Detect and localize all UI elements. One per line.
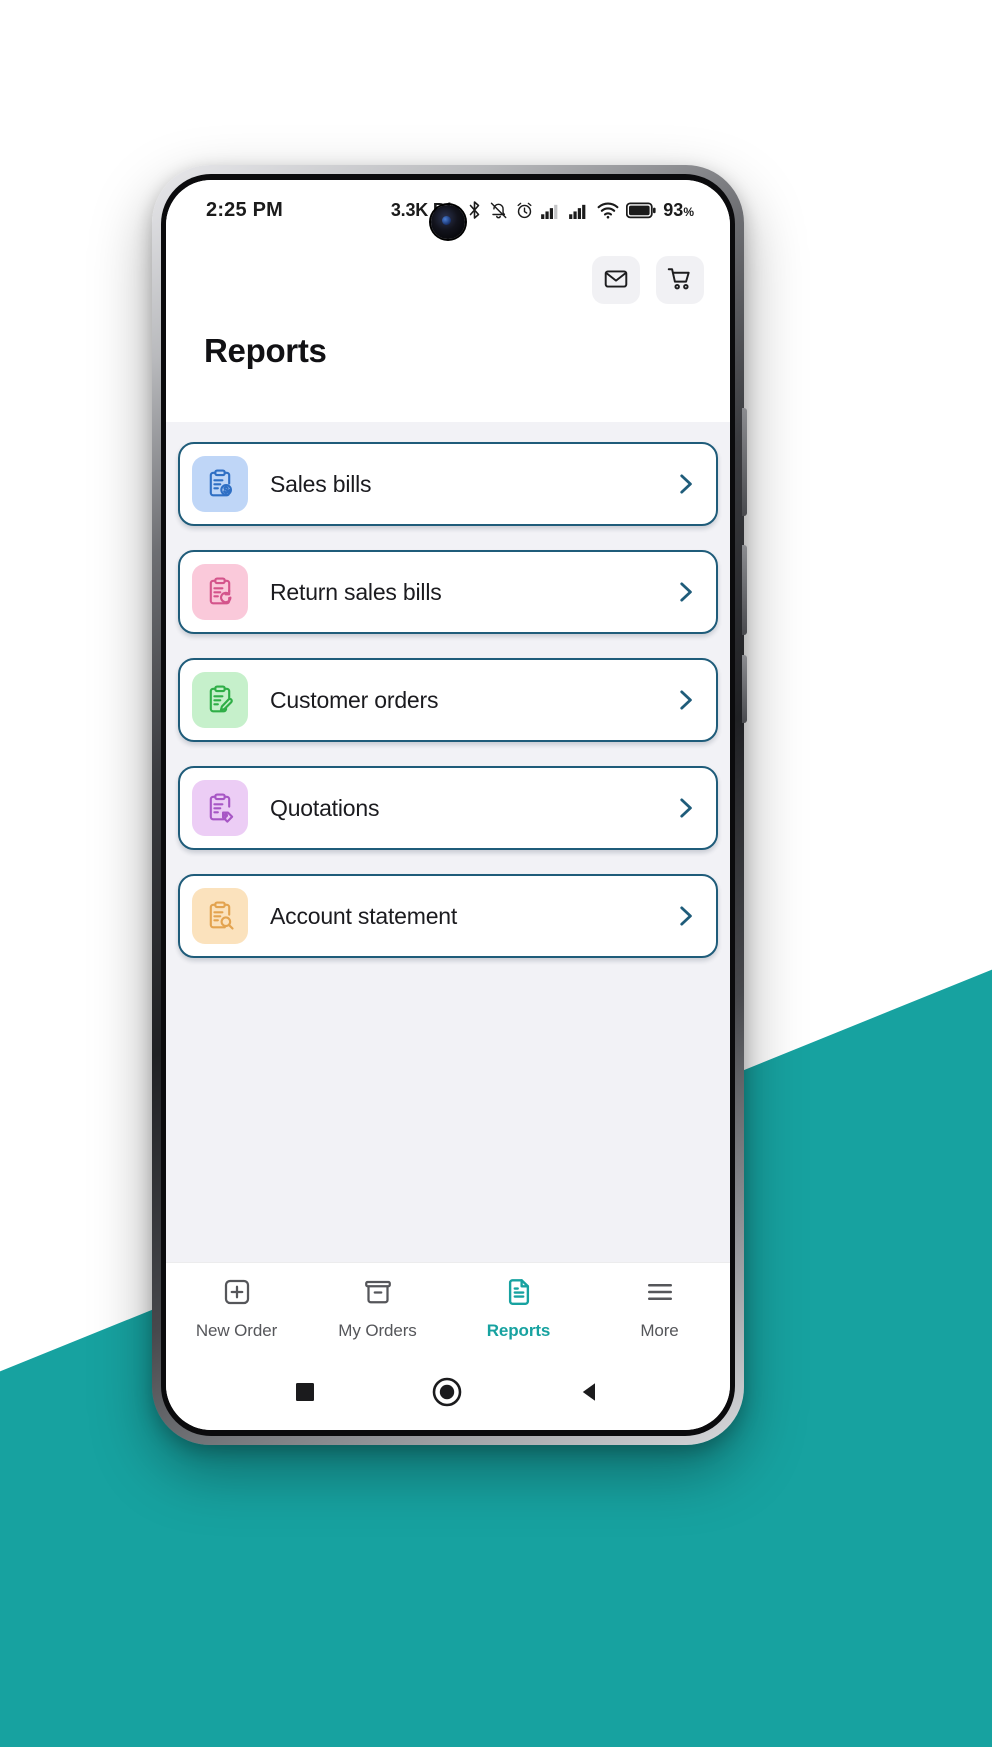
battery-icon <box>626 202 656 219</box>
bottom-tab-bar: New Order My Orders Reports More <box>166 1262 730 1354</box>
page-title: Reports <box>204 332 327 369</box>
archive-box-icon <box>363 1277 393 1312</box>
app-header: Reports <box>166 240 730 422</box>
clipboard-pencil-icon <box>192 672 248 728</box>
tab-more[interactable]: More <box>589 1277 730 1341</box>
signal-bars-icon <box>569 202 590 219</box>
battery-percent: 93% <box>663 200 694 221</box>
secondary-side-button[interactable] <box>742 655 747 723</box>
bluetooth-icon <box>467 200 482 220</box>
circle-icon[interactable] <box>432 1377 462 1407</box>
report-item-label: Quotations <box>270 794 380 821</box>
report-item-account-statement[interactable]: Account statement <box>178 874 718 958</box>
tab-label: New Order <box>195 1320 278 1340</box>
phone-screen: 2:25 PM 3.3K B/s 93% Reports Sales bills… <box>166 180 730 1430</box>
clipboard-return-icon <box>192 564 248 620</box>
clipboard-search-icon <box>192 888 248 944</box>
report-item-label: Sales bills <box>270 470 372 497</box>
cart-button[interactable] <box>656 256 704 304</box>
chevron-right-icon <box>672 687 698 713</box>
phone-bezel: 2:25 PM 3.3K B/s 93% Reports Sales bills… <box>161 174 735 1436</box>
status-bar: 2:25 PM 3.3K B/s 93% <box>166 180 730 240</box>
mail-button[interactable] <box>592 256 640 304</box>
triangle-back-icon[interactable] <box>578 1380 602 1404</box>
report-item-sales-bills[interactable]: Sales bills <box>178 442 718 526</box>
front-camera-punch-hole <box>431 205 465 239</box>
chevron-right-icon <box>672 903 698 929</box>
power-button[interactable] <box>742 545 747 635</box>
report-item-quotations[interactable]: Quotations <box>178 766 718 850</box>
tab-my-orders[interactable]: My Orders <box>307 1277 448 1341</box>
plus-square-icon <box>222 1277 252 1312</box>
mute-icon <box>489 201 508 220</box>
tab-reports[interactable]: Reports <box>448 1277 589 1341</box>
tab-label: More <box>640 1320 679 1340</box>
mail-icon <box>603 266 629 295</box>
signal-bars-icon <box>541 202 562 219</box>
android-navigation-bar <box>166 1354 730 1430</box>
battery-percent-symbol: % <box>683 204 694 219</box>
tab-label: Reports <box>486 1320 551 1340</box>
tab-label: My Orders <box>338 1320 417 1340</box>
chevron-right-icon <box>672 579 698 605</box>
report-item-label: Customer orders <box>270 686 439 713</box>
status-clock: 2:25 PM <box>206 198 283 221</box>
hamburger-icon <box>645 1277 675 1312</box>
phone-device-frame: 2:25 PM 3.3K B/s 93% Reports Sales bills… <box>152 165 747 1445</box>
chevron-right-icon <box>672 795 698 821</box>
clipboard-tag-icon <box>192 780 248 836</box>
document-icon <box>504 1277 534 1312</box>
header-actions <box>192 240 704 304</box>
report-item-label: Return sales bills <box>270 578 442 605</box>
volume-button[interactable] <box>742 408 747 516</box>
square-icon[interactable] <box>294 1381 316 1403</box>
clipboard-dollar-icon <box>192 456 248 512</box>
reports-list: Sales bills Return sales bills Customer … <box>166 422 730 1262</box>
report-item-customer-orders[interactable]: Customer orders <box>178 658 718 742</box>
alarm-icon <box>515 201 534 220</box>
cart-icon <box>667 266 693 295</box>
report-item-return-sales-bills[interactable]: Return sales bills <box>178 550 718 634</box>
wifi-icon <box>597 201 619 219</box>
chevron-right-icon <box>672 471 698 497</box>
battery-percent-value: 93 <box>663 199 684 220</box>
tab-new-order[interactable]: New Order <box>166 1277 307 1341</box>
report-item-label: Account statement <box>270 902 458 929</box>
